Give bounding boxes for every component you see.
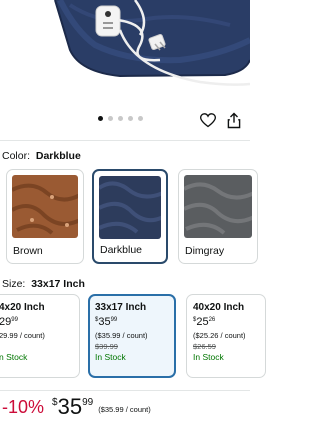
dimgray-swatch-image bbox=[184, 175, 252, 238]
size-unit-price: ($35.99 / count) bbox=[95, 331, 148, 340]
carousel-dots[interactable] bbox=[98, 116, 143, 121]
color-option-label: Brown bbox=[13, 245, 43, 257]
size-stock: n Stock bbox=[0, 352, 28, 362]
selected-size: 33x17 Inch bbox=[31, 278, 85, 290]
discount-percent: -10% bbox=[2, 397, 45, 417]
share-icon[interactable] bbox=[224, 110, 244, 130]
carousel-dot[interactable] bbox=[108, 116, 113, 121]
size-stock: In Stock bbox=[95, 352, 126, 362]
carousel-dot[interactable] bbox=[98, 116, 103, 121]
size-list-price: $26.59 bbox=[193, 342, 216, 351]
darkblue-swatch-image bbox=[99, 176, 161, 239]
color-option-label: Dimgray bbox=[185, 245, 225, 257]
size-label: Size: 33x17 Inch bbox=[2, 278, 85, 290]
size-option-33x17[interactable]: 33x17 Inch $3599 ($35.99 / count) $39.99… bbox=[88, 294, 176, 378]
divider bbox=[0, 140, 250, 141]
product-image[interactable] bbox=[0, 0, 250, 88]
color-option-brown[interactable]: Brown bbox=[6, 169, 84, 264]
size-unit-price: ($25.26 / count) bbox=[193, 331, 246, 340]
size-unit-price: 29.99 / count) bbox=[0, 331, 45, 340]
carousel-dot[interactable] bbox=[128, 116, 133, 121]
carousel-dot[interactable] bbox=[118, 116, 123, 121]
carousel-dot[interactable] bbox=[138, 116, 143, 121]
brown-swatch-image bbox=[12, 175, 78, 238]
size-title: 33x17 Inch bbox=[95, 302, 147, 313]
heating-pad-illustration bbox=[54, 0, 250, 86]
size-title: 4x20 Inch bbox=[0, 302, 45, 313]
color-label: Color: Darkblue bbox=[2, 150, 81, 162]
color-option-darkblue[interactable]: Darkblue bbox=[92, 169, 168, 264]
color-option-dimgray[interactable]: Dimgray bbox=[178, 169, 258, 264]
current-price: $35 99 bbox=[52, 394, 94, 419]
size-price: $3599 bbox=[95, 316, 118, 328]
size-stock: In Stock bbox=[193, 352, 224, 362]
size-option-40x20[interactable]: 40x20 Inch $2526 ($25.26 / count) $26.59… bbox=[186, 294, 266, 378]
size-list-price: $39.99 bbox=[95, 342, 118, 351]
unit-price: ($35.99 / count) bbox=[98, 405, 151, 414]
size-option-4x20[interactable]: 4x20 Inch 2999 29.99 / count) n Stock bbox=[0, 294, 80, 378]
color-option-label: Darkblue bbox=[100, 244, 143, 256]
price-block: -10% $35 99 ($35.99 / count) bbox=[2, 394, 151, 422]
size-price: $2526 bbox=[193, 316, 216, 328]
image-carousel-controls bbox=[0, 106, 250, 134]
size-title: 40x20 Inch bbox=[193, 302, 245, 313]
selected-color: Darkblue bbox=[35, 150, 81, 162]
size-price: 2999 bbox=[0, 316, 18, 328]
divider bbox=[0, 390, 250, 391]
heart-icon[interactable] bbox=[198, 110, 218, 130]
